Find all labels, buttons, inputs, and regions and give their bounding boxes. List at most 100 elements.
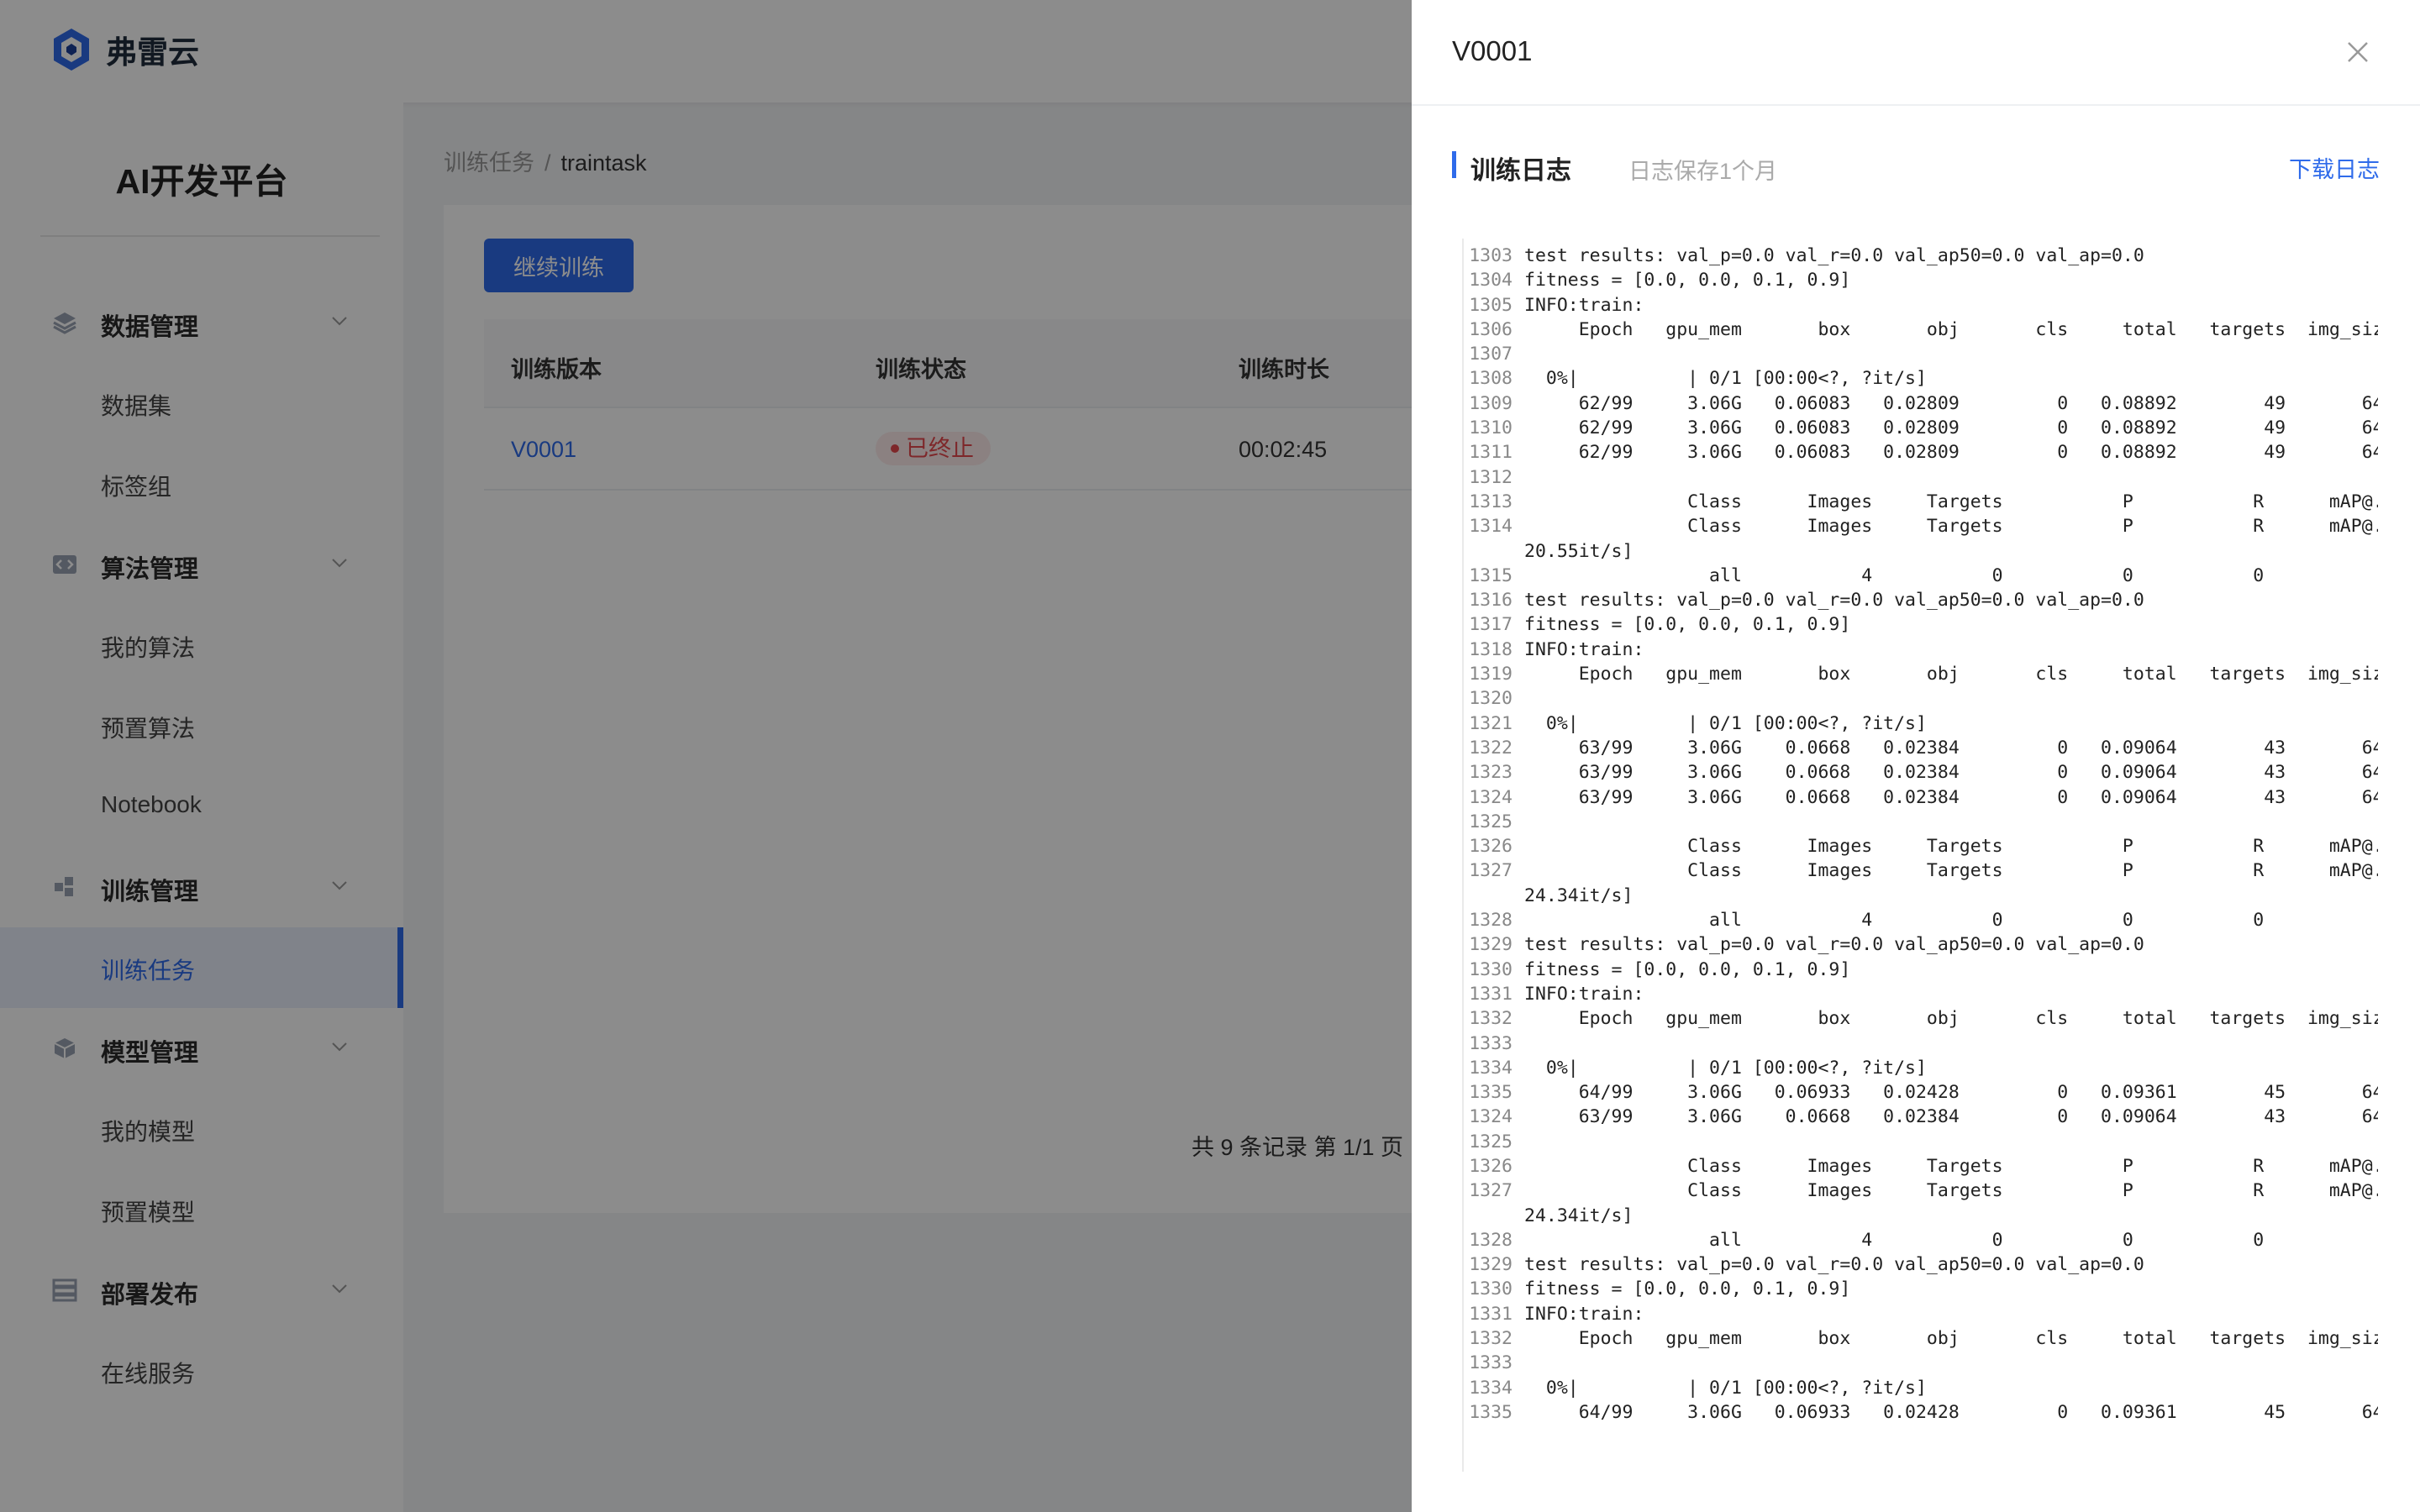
log-line: 1319 Epoch gpu_mem box obj cls total tar… bbox=[1464, 662, 2378, 686]
log-line: 1307 bbox=[1464, 342, 2378, 366]
log-line: 1329 test results: val_p=0.0 val_r=0.0 va… bbox=[1464, 932, 2378, 957]
log-line-text: all 4 0 0 0 0 bbox=[1524, 564, 2378, 586]
log-line-number: 1314 bbox=[1469, 516, 1512, 538]
log-line-text: all 4 0 0 0 0 bbox=[1524, 1229, 2378, 1251]
log-line-text: Epoch gpu_mem box obj cls total targets … bbox=[1524, 318, 2378, 340]
log-line: 1320 bbox=[1464, 686, 2378, 711]
log-line-text: 63/99 3.06G 0.0668 0.02384 0 0.09064 43 … bbox=[1524, 762, 2378, 784]
drawer-header: V0001 bbox=[1412, 0, 2420, 106]
log-line-number: 1335 bbox=[1469, 1401, 1512, 1423]
log-line-number: 1326 bbox=[1469, 836, 1512, 858]
log-line: 1326 Class Images Targets P R mAP@.5 bbox=[1464, 1154, 2378, 1179]
log-line: 1310 62/99 3.06G 0.06083 0.02809 0 0.088… bbox=[1464, 416, 2378, 440]
log-line-number: 1310 bbox=[1469, 417, 1512, 439]
log-line-text: INFO:train: bbox=[1524, 294, 1644, 316]
log-line: 1331 INFO:train: bbox=[1464, 1302, 2378, 1326]
close-icon[interactable] bbox=[2346, 40, 2370, 64]
log-line: 1335 64/99 3.06G 0.06933 0.02428 0 0.093… bbox=[1464, 1080, 2378, 1105]
log-line: 1304 fitness = [0.0, 0.0, 0.1, 0.9] bbox=[1464, 268, 2378, 292]
download-log-link[interactable]: 下载日志 bbox=[2289, 151, 2380, 184]
log-line: 1314 Class Images Targets P R mAP@.5 bbox=[1464, 514, 2378, 538]
log-line-text: INFO:train: bbox=[1524, 1303, 1644, 1325]
log-line: 1334 0%| | 0/1 [00:00<?, ?it/s] bbox=[1464, 1376, 2378, 1400]
log-line: 1327 Class Images Targets P R mAP@.5 bbox=[1464, 1179, 2378, 1203]
log-viewer[interactable]: 1303 test results: val_p=0.0 val_r=0.0 va… bbox=[1462, 239, 2378, 1472]
log-line-number: 1331 bbox=[1469, 983, 1512, 1005]
log-line-text: test results: val_p=0.0 val_r=0.0 val_ap… bbox=[1524, 590, 2144, 612]
log-line-text: Class Images Targets P R mAP@.5 bbox=[1524, 860, 2378, 882]
log-line-text: fitness = [0.0, 0.0, 0.1, 0.9] bbox=[1524, 614, 1851, 636]
log-line: 1324 63/99 3.06G 0.0668 0.02384 0 0.0906… bbox=[1464, 785, 2378, 810]
log-line: 1330 fitness = [0.0, 0.0, 0.1, 0.9] bbox=[1464, 1277, 2378, 1301]
log-line-text: Epoch gpu_mem box obj cls total targets … bbox=[1524, 1008, 2378, 1030]
log-line-text: all 4 0 0 0 0 bbox=[1524, 910, 2378, 932]
log-line-text: 0%| | 0/1 [00:00<?, ?it/s] bbox=[1524, 1057, 1927, 1079]
log-line-number: 1307 bbox=[1469, 344, 1512, 365]
log-line-number: 1315 bbox=[1469, 564, 1512, 586]
log-line-number: 1316 bbox=[1469, 590, 1512, 612]
log-line-number: 1328 bbox=[1469, 910, 1512, 932]
log-line-text: INFO:train: bbox=[1524, 638, 1644, 660]
log-line-number: 1327 bbox=[1469, 860, 1512, 882]
log-line-number: 1333 bbox=[1469, 1352, 1512, 1374]
log-line: 1322 63/99 3.06G 0.0668 0.02384 0 0.0906… bbox=[1464, 736, 2378, 760]
log-line: 1312 bbox=[1464, 465, 2378, 490]
drawer-title: V0001 bbox=[1452, 35, 1533, 66]
log-line-number: 1332 bbox=[1469, 1328, 1512, 1350]
section-subtitle: 日志保存1个月 bbox=[1628, 159, 1778, 184]
log-line: 1306 Epoch gpu_mem box obj cls total tar… bbox=[1464, 318, 2378, 342]
log-line-text: fitness = [0.0, 0.0, 0.1, 0.9] bbox=[1524, 1278, 1851, 1300]
log-line: 1332 Epoch gpu_mem box obj cls total tar… bbox=[1464, 1006, 2378, 1031]
log-line-number: 1331 bbox=[1469, 1303, 1512, 1325]
log-line-number: 1329 bbox=[1469, 1254, 1512, 1276]
log-line-text: 64/99 3.06G 0.06933 0.02428 0 0.09361 45… bbox=[1524, 1082, 2378, 1104]
log-line-text: 62/99 3.06G 0.06083 0.02809 0 0.08892 49… bbox=[1524, 392, 2378, 414]
log-line-number: 1319 bbox=[1469, 664, 1512, 685]
log-line-number: 1326 bbox=[1469, 1155, 1512, 1177]
log-line-number: 1335 bbox=[1469, 1082, 1512, 1104]
log-line: 1335 64/99 3.06G 0.06933 0.02428 0 0.093… bbox=[1464, 1400, 2378, 1425]
log-line-number: 1318 bbox=[1469, 638, 1512, 660]
log-line-number: 1312 bbox=[1469, 466, 1512, 488]
log-line-text: 0%| | 0/1 [00:00<?, ?it/s] bbox=[1524, 368, 1927, 390]
log-line-number: 1311 bbox=[1469, 442, 1512, 464]
log-line: 1327 Class Images Targets P R mAP@.5 bbox=[1464, 858, 2378, 883]
log-line-text: test results: val_p=0.0 val_r=0.0 val_ap… bbox=[1524, 1254, 2144, 1276]
log-line: 1329 test results: val_p=0.0 val_r=0.0 va… bbox=[1464, 1252, 2378, 1277]
log-line-number: 1317 bbox=[1469, 614, 1512, 636]
log-line: 1330 fitness = [0.0, 0.0, 0.1, 0.9] bbox=[1464, 958, 2378, 982]
log-line: 1313 Class Images Targets P R mAP@.5 bbox=[1464, 490, 2378, 514]
log-line-number: 1308 bbox=[1469, 368, 1512, 390]
log-line: 1331 INFO:train: bbox=[1464, 982, 2378, 1006]
log-line: 1324 63/99 3.06G 0.0668 0.02384 0 0.0906… bbox=[1464, 1105, 2378, 1129]
section-title: 训练日志 bbox=[1470, 157, 1571, 185]
log-line: 1318 INFO:train: bbox=[1464, 638, 2378, 662]
log-line-number: 1330 bbox=[1469, 1278, 1512, 1300]
log-line: 1323 63/99 3.06G 0.0668 0.02384 0 0.0906… bbox=[1464, 760, 2378, 785]
log-line-text: fitness = [0.0, 0.0, 0.1, 0.9] bbox=[1524, 958, 1851, 980]
log-line-text: Class Images Targets P R mAP@.5 bbox=[1524, 491, 2378, 512]
log-line-text: 20.55it/s] bbox=[1524, 540, 1634, 562]
log-line: 1325 bbox=[1464, 810, 2378, 834]
log-line: 1316 test results: val_p=0.0 val_r=0.0 va… bbox=[1464, 588, 2378, 612]
log-line-number: 1305 bbox=[1469, 294, 1512, 316]
log-line: 1311 62/99 3.06G 0.06083 0.02809 0 0.088… bbox=[1464, 440, 2378, 465]
log-line-number: 1323 bbox=[1469, 762, 1512, 784]
log-line-text: 62/99 3.06G 0.06083 0.02809 0 0.08892 49… bbox=[1524, 417, 2378, 439]
log-line-text: 63/99 3.06G 0.0668 0.02384 0 0.09064 43 … bbox=[1524, 1106, 2378, 1128]
log-line-number: 1333 bbox=[1469, 1032, 1512, 1054]
log-line-text: Class Images Targets P R mAP@.5 bbox=[1524, 516, 2378, 538]
log-line-text: test results: val_p=0.0 val_r=0.0 val_ap… bbox=[1524, 245, 2144, 266]
log-line-text: 63/99 3.06G 0.0668 0.02384 0 0.09064 43 … bbox=[1524, 737, 2378, 759]
log-line-text: 62/99 3.06G 0.06083 0.02809 0 0.08892 49… bbox=[1524, 442, 2378, 464]
log-line: 1325 bbox=[1464, 1130, 2378, 1154]
log-line-text: test results: val_p=0.0 val_r=0.0 val_ap… bbox=[1524, 934, 2144, 956]
log-line-number: 1332 bbox=[1469, 1008, 1512, 1030]
log-line: 20.55it/s] bbox=[1464, 539, 2378, 564]
log-line-text: Epoch gpu_mem box obj cls total targets … bbox=[1524, 1328, 2378, 1350]
log-line: 24.34it/s] bbox=[1464, 884, 2378, 908]
log-line-text: Class Images Targets P R mAP@.5 bbox=[1524, 1155, 2378, 1177]
log-line-number: 1328 bbox=[1469, 1229, 1512, 1251]
log-line: 1326 Class Images Targets P R mAP@.5 bbox=[1464, 834, 2378, 858]
log-line-number: 1304 bbox=[1469, 270, 1512, 291]
